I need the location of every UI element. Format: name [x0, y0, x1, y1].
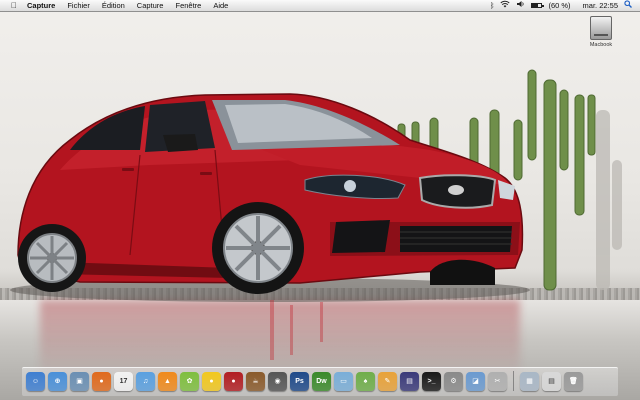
- volume-icon[interactable]: [516, 0, 525, 11]
- grab-glyph: ✂: [494, 378, 501, 385]
- menu-app-name[interactable]: Capture: [21, 0, 61, 11]
- applications-stack-glyph: ▦: [526, 378, 533, 385]
- dock-separator: [513, 371, 514, 391]
- ladybug-icon[interactable]: ●: [224, 372, 243, 391]
- menu-fenetre[interactable]: Fenêtre: [169, 0, 207, 11]
- itunes-icon[interactable]: ♫: [136, 372, 155, 391]
- system-preferences-glyph: ⚙: [450, 378, 457, 385]
- red-hatchback-car: [10, 93, 530, 302]
- menu-fichier[interactable]: Fichier: [61, 0, 96, 11]
- coffee-cup-icon[interactable]: ☕: [246, 372, 265, 391]
- cyberduck-glyph: ●: [209, 378, 214, 385]
- battery-fill: [532, 4, 538, 7]
- firefox-glyph: ●: [99, 378, 104, 385]
- calendar-icon[interactable]: 17: [114, 372, 133, 391]
- finder-icon[interactable]: ☺: [26, 372, 45, 391]
- battery-percent: (60 %): [548, 1, 571, 10]
- floor-reflections: [270, 300, 323, 360]
- adium-duck-glyph: ✿: [186, 378, 193, 385]
- safari-glyph: ⊕: [54, 378, 61, 385]
- camera-glyph: ◉: [274, 378, 281, 385]
- pencil-icon[interactable]: ✎: [378, 372, 397, 391]
- desktop-drive[interactable]: Macbook: [584, 16, 618, 48]
- firefox-icon[interactable]: ●: [92, 372, 111, 391]
- camera-icon[interactable]: ◉: [268, 372, 287, 391]
- desktop-wallpaper: [0, 0, 640, 400]
- wallpaper-car-illustration: [10, 69, 622, 360]
- drive-label: Macbook: [589, 42, 613, 48]
- screen-icon[interactable]: ▤: [400, 372, 419, 391]
- folder-apps-glyph: ▭: [340, 378, 347, 385]
- status-area: ᛒ (60 %) mar. 22:55: [490, 0, 640, 11]
- gear-icon[interactable]: ⚙: [444, 372, 463, 391]
- photoshop-icon[interactable]: Ps: [290, 372, 309, 391]
- rubber-duck-icon[interactable]: ●: [202, 372, 221, 391]
- apple-menu-icon[interactable]: : [7, 0, 21, 11]
- wifi-icon[interactable]: [500, 0, 511, 11]
- vlc-glyph: ▲: [164, 378, 171, 385]
- hard-drive-icon[interactable]: [590, 16, 612, 40]
- chair-icon[interactable]: ♠: [356, 372, 375, 391]
- dock: ☺ ⊕ ▣ ● 17 ♫ ▲ ✿ ● ● ☕ ◉ Ps Dw ▭ ♠ ✎ ▤ >_ ⚙ ◪ ✂ ▦ ▤ 🗑: [26, 369, 583, 391]
- battery-icon[interactable]: [531, 3, 545, 8]
- ical-glyph: 17: [119, 378, 128, 385]
- documents-icon[interactable]: ▤: [542, 372, 561, 391]
- photoshop-glyph: Ps: [295, 378, 304, 385]
- menu-bar:  Capture Fichier Édition Capture Fenêtr…: [0, 0, 640, 12]
- pencil-app-glyph: ✎: [384, 378, 391, 385]
- trash-icon[interactable]: 🗑: [564, 372, 583, 391]
- iphoto-glyph: ◪: [472, 378, 479, 385]
- itunes-glyph: ♫: [142, 378, 149, 385]
- safari-icon[interactable]: ⊕: [48, 372, 67, 391]
- menu-capture[interactable]: Capture: [131, 0, 170, 11]
- documents-stack-glyph: ▤: [548, 378, 555, 385]
- folder-icon[interactable]: ▭: [334, 372, 353, 391]
- terminal-icon[interactable]: >_: [422, 372, 441, 391]
- menu-edition[interactable]: Édition: [96, 0, 131, 11]
- preview-icon[interactable]: ▣: [70, 372, 89, 391]
- screen-app-glyph: ▤: [406, 378, 413, 385]
- menu-clock[interactable]: mar. 22:55: [583, 0, 618, 11]
- vlc-cone-icon[interactable]: ▲: [158, 372, 177, 391]
- grab-icon[interactable]: ✂: [488, 372, 507, 391]
- dreamweaver-glyph: Dw: [316, 378, 327, 385]
- menu-aide[interactable]: Aide: [207, 0, 234, 11]
- coffee-glyph: ☕: [252, 378, 259, 385]
- photos-icon[interactable]: ◪: [466, 372, 485, 391]
- terminal-glyph: >_: [427, 378, 436, 385]
- duck-icon[interactable]: ✿: [180, 372, 199, 391]
- stack-folder-icon[interactable]: ▦: [520, 372, 539, 391]
- dreamweaver-icon[interactable]: Dw: [312, 372, 331, 391]
- ladybug-glyph: ●: [231, 378, 236, 385]
- finder-glyph: ☺: [31, 378, 40, 385]
- chair-glyph: ♠: [363, 378, 368, 385]
- cactus-shadows: [596, 110, 622, 290]
- preview-glyph: ▣: [76, 378, 83, 385]
- bluetooth-icon[interactable]: ᛒ: [490, 0, 495, 11]
- spotlight-icon[interactable]: [624, 0, 632, 11]
- trash-glyph: 🗑: [569, 378, 578, 385]
